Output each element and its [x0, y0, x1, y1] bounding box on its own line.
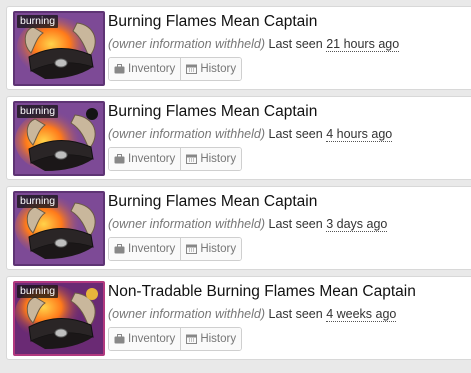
history-button[interactable]: History [180, 148, 242, 170]
last-seen-time[interactable]: 3 days ago [326, 217, 388, 232]
history-button-label: History [200, 333, 237, 345]
item-thumbnail[interactable]: burning [13, 101, 105, 176]
calendar-icon [186, 334, 198, 344]
history-button-label: History [200, 153, 237, 165]
quality-tag: burning [17, 15, 59, 28]
history-button-label: History [200, 63, 237, 75]
listing-actions: Inventory History [108, 147, 243, 171]
quality-tag: burning [17, 105, 59, 118]
item-listing-list: burning Burning Flames Mean Captain (own… [0, 0, 471, 373]
inventory-button[interactable]: Inventory [109, 58, 181, 80]
history-button[interactable]: History [180, 328, 242, 350]
listing-card: burning Burning Flames Mean Captain (own… [6, 186, 471, 270]
last-seen-time[interactable]: 4 hours ago [326, 127, 393, 142]
calendar-icon [186, 154, 198, 164]
listing-title[interactable]: Burning Flames Mean Captain [108, 103, 317, 121]
inventory-button[interactable]: Inventory [109, 328, 181, 350]
briefcase-icon [114, 334, 125, 344]
history-button-label: History [200, 243, 237, 255]
briefcase-icon [114, 154, 125, 164]
listing-meta: (owner information withheld) Last seen 2… [108, 37, 400, 52]
listing-title[interactable]: Non-Tradable Burning Flames Mean Captain [108, 283, 416, 301]
calendar-icon [186, 244, 198, 254]
item-thumbnail[interactable]: burning [13, 191, 105, 266]
listing-title[interactable]: Burning Flames Mean Captain [108, 13, 317, 31]
listing-card: burning Non-Tradable Burning Flames Mean… [6, 276, 471, 360]
listing-meta: (owner information withheld) Last seen 3… [108, 217, 388, 232]
owner-info: (owner information withheld) [108, 217, 266, 231]
listing-meta: (owner information withheld) Last seen 4… [108, 127, 393, 142]
inventory-button-label: Inventory [128, 153, 176, 165]
inventory-button-label: Inventory [128, 333, 176, 345]
item-thumbnail[interactable]: burning [13, 11, 105, 86]
paint-color-dot [86, 288, 98, 300]
quality-tag: burning [17, 195, 59, 208]
history-button[interactable]: History [180, 58, 242, 80]
last-seen-label: Last seen [268, 127, 323, 141]
calendar-icon [186, 64, 198, 74]
briefcase-icon [114, 64, 125, 74]
item-thumbnail[interactable]: burning [13, 281, 105, 356]
owner-info: (owner information withheld) [108, 307, 266, 321]
listing-actions: Inventory History [108, 57, 243, 81]
last-seen-label: Last seen [268, 307, 323, 321]
history-button[interactable]: History [180, 238, 242, 260]
listing-meta: (owner information withheld) Last seen 4… [108, 307, 397, 322]
inventory-button-label: Inventory [128, 63, 176, 75]
owner-info: (owner information withheld) [108, 37, 266, 51]
listing-title[interactable]: Burning Flames Mean Captain [108, 193, 317, 211]
owner-info: (owner information withheld) [108, 127, 266, 141]
inventory-button[interactable]: Inventory [109, 148, 181, 170]
briefcase-icon [114, 244, 125, 254]
quality-tag: burning [17, 285, 59, 298]
last-seen-time[interactable]: 21 hours ago [326, 37, 400, 52]
inventory-button-label: Inventory [128, 243, 176, 255]
listing-actions: Inventory History [108, 237, 243, 261]
listing-card: burning Burning Flames Mean Captain (own… [6, 96, 471, 180]
inventory-button[interactable]: Inventory [109, 238, 181, 260]
last-seen-label: Last seen [268, 217, 323, 231]
listing-card: burning Burning Flames Mean Captain (own… [6, 6, 471, 90]
last-seen-time[interactable]: 4 weeks ago [326, 307, 397, 322]
last-seen-label: Last seen [268, 37, 323, 51]
listing-actions: Inventory History [108, 327, 243, 351]
paint-color-dot [86, 108, 98, 120]
